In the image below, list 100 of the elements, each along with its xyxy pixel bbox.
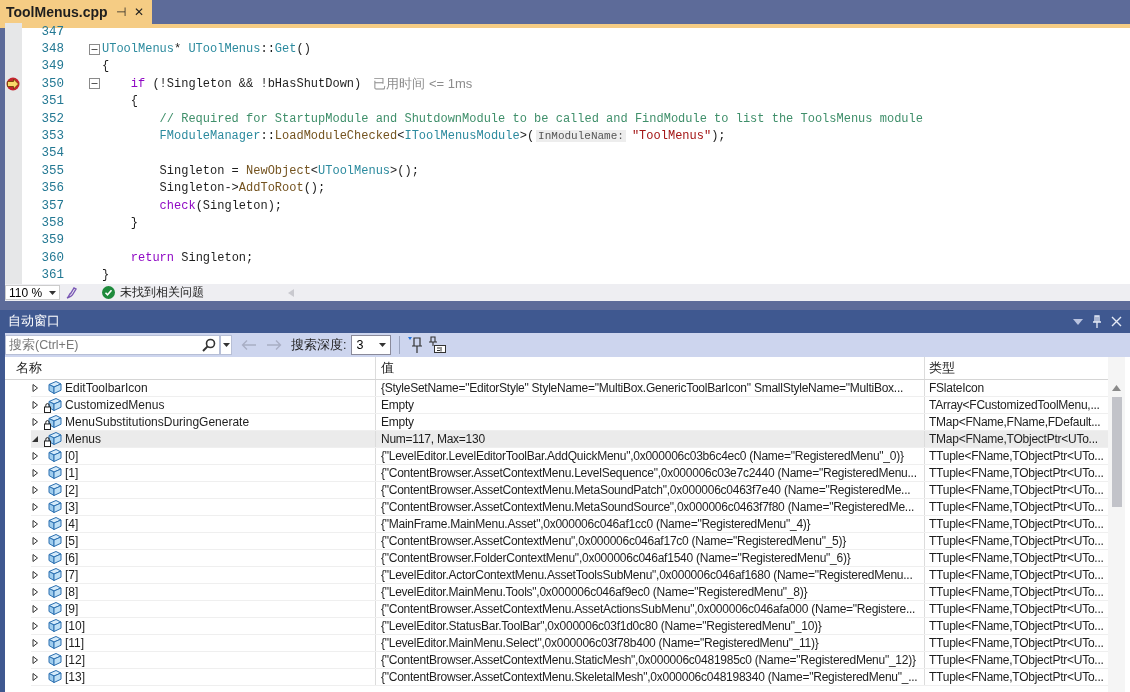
- expand-arrow[interactable]: [31, 418, 39, 426]
- watch-row[interactable]: [11] {"LevelEditor.MainMenu.Select",0x000006c03f78b400 (Name="RegisteredMenu"_11)} TTuple<FName,TObjectPtr<UTo...: [31, 635, 1108, 652]
- line-number: 350: [40, 76, 64, 91]
- expand-arrow[interactable]: [31, 571, 39, 579]
- variable-value: {"ContentBrowser.AssetContextMenu.StaticMesh",0x000006c0481985c0 (Name="RegisteredMenu"_12)}: [381, 653, 916, 667]
- caret-icon: [222, 343, 230, 347]
- expand-arrow[interactable]: [31, 656, 39, 664]
- code-text: {: [102, 59, 110, 74]
- line-number: 348: [40, 42, 64, 57]
- expand-arrow[interactable]: [31, 537, 39, 545]
- zoom-dropdown[interactable]: 110 %: [5, 285, 60, 300]
- issues-status: 未找到相关问题: [120, 284, 204, 301]
- watch-row[interactable]: [7] {"LevelEditor.ActorContextMenu.AssetToolsSubMenu",0x000006c046af1680 (Name="RegisteredMenu... TTuple<FName,TObjectPtr<UTo...: [31, 567, 1108, 584]
- expand-arrow[interactable]: [31, 639, 39, 647]
- scrollbar-thumb[interactable]: [1111, 397, 1122, 507]
- code-text: return Singleton;: [129, 250, 254, 265]
- watch-row[interactable]: [10] {"LevelEditor.StatusBar.ToolBar",0x000006c03f1d0c80 (Name="RegisteredMenu"_10)} TTuple<FName,TObjectPtr<UTo...: [31, 618, 1108, 635]
- variable-value: {"MainFrame.MainMenu.Asset",0x000006c046af1cc0 (Name="RegisteredMenu"_4)}: [381, 517, 811, 531]
- variable-name: [9]: [65, 602, 79, 616]
- watch-row[interactable]: [1] {"ContentBrowser.AssetContextMenu.LevelSequence",0x000006c03e7c2440 (Name="RegisteredMenu... TTuple<FName,TObjectPtr<UTo...: [31, 465, 1108, 482]
- variable-value: Num=117, Max=130: [381, 432, 485, 446]
- pin-icon[interactable]: [1092, 315, 1102, 328]
- pin-icon[interactable]: [408, 336, 425, 354]
- watch-row[interactable]: [12] {"ContentBrowser.AssetContextMenu.StaticMesh",0x000006c0481985c0 (Name="RegisteredMenu"_12)} TTuple<FName,TObjectPtr<UTo...: [31, 652, 1108, 669]
- variable-name: Menus: [65, 432, 102, 446]
- brush-icon[interactable]: [64, 285, 78, 300]
- variable-name: [13]: [65, 670, 85, 684]
- search-options-button[interactable]: [220, 335, 232, 355]
- search-field[interactable]: 搜索(Ctrl+E): [5, 335, 220, 355]
- watch-row[interactable]: [3] {"ContentBrowser.AssetContextMenu.MetaSoundSource",0x000006c0463f7f80 (Name="RegisteredMe... TTuple<FName,TObjectPtr<UTo...: [31, 499, 1108, 516]
- expand-arrow[interactable]: [31, 622, 39, 630]
- variable-type: TTuple<FName,TObjectPtr<UTo...: [929, 670, 1104, 684]
- dropdown-icon[interactable]: [1073, 318, 1083, 325]
- variable-value: {"ContentBrowser.AssetContextMenu.SkeletalMesh",0x000006c048198340 (Name="RegisteredMenu"_...: [381, 670, 918, 684]
- watch-row[interactable]: Menus Num=117, Max=130 TMap<FName,TObjectPtr<UTo...: [31, 431, 1108, 448]
- search-icon[interactable]: [202, 338, 216, 352]
- variable-name: [12]: [65, 653, 85, 667]
- pin-icon[interactable]: ⊣: [115, 5, 126, 19]
- variable-value: Empty: [381, 398, 414, 412]
- watch-row[interactable]: [0] {"LevelEditor.LevelEditorToolBar.AddQuickMenu",0x000006c03b6c4ec0 (Name="RegisteredMenu"_0)} TTuple<FName,TObjectPtr<UTo...: [31, 448, 1108, 465]
- hex-display-icon[interactable]: [429, 336, 448, 354]
- variable-name: [6]: [65, 551, 79, 565]
- variable-type: TMap<FName,TObjectPtr<UTo...: [929, 432, 1098, 446]
- variable-type: TMap<FName,FName,FDefault...: [929, 415, 1101, 429]
- elapsed-time: 已用时间 <= 1ms: [373, 74, 473, 93]
- expand-arrow[interactable]: [31, 554, 39, 562]
- search-depth-dropdown[interactable]: 3: [351, 335, 392, 355]
- variable-type: TTuple<FName,TObjectPtr<UTo...: [929, 568, 1104, 582]
- expand-arrow[interactable]: [31, 401, 39, 409]
- variable-value: {"ContentBrowser.FolderContextMenu",0x000006c046af1540 (Name="RegisteredMenu"_6)}: [381, 551, 851, 565]
- variable-value: {"ContentBrowser.AssetContextMenu.MetaSoundSource",0x000006c0463f7f80 (Name="RegisteredMe...: [381, 500, 915, 514]
- line-number: 347: [40, 24, 64, 39]
- expand-arrow[interactable]: [31, 673, 39, 681]
- code-text: Singleton = NewObject<UToolMenus>();: [158, 163, 419, 178]
- variable-type: TTuple<FName,TObjectPtr<UTo...: [929, 636, 1104, 650]
- watch-row[interactable]: [5] {"ContentBrowser.AssetContextMenu",0x000006c046af17c0 (Name="RegisteredMenu"_5)} TTuple<FName,TObjectPtr<UTo...: [31, 533, 1108, 550]
- column-header[interactable]: 类型: [925, 357, 1108, 379]
- code-text: // Required for StartupModule and ShutdownModule to be called and FindModule to list the ToolsMenus module: [158, 111, 923, 126]
- variable-name: [8]: [65, 585, 79, 599]
- expand-arrow[interactable]: [31, 520, 39, 528]
- watch-row[interactable]: [2] {"ContentBrowser.AssetContextMenu.MetaSoundPatch",0x000006c0463f7e40 (Name="RegisteredMe... TTuple<FName,TObjectPtr<UTo...: [31, 482, 1108, 499]
- document-tab[interactable]: ToolMenus.cpp ⊣ ✕: [0, 0, 152, 24]
- expand-arrow[interactable]: [31, 588, 39, 596]
- expand-arrow[interactable]: [31, 384, 39, 392]
- expand-arrow[interactable]: [31, 503, 39, 511]
- watch-row[interactable]: [4] {"MainFrame.MainMenu.Asset",0x000006c046af1cc0 (Name="RegisteredMenu"_4)} TTuple<FName,TObjectPtr<UTo...: [31, 516, 1108, 533]
- variable-type: TTuple<FName,TObjectPtr<UTo...: [929, 602, 1104, 616]
- variable-type: TTuple<FName,TObjectPtr<UTo...: [929, 517, 1104, 531]
- code-text: FModuleManager::LoadModuleChecked<IToolMenusModule>(: [158, 129, 535, 144]
- close-icon[interactable]: [1111, 316, 1122, 327]
- watch-row[interactable]: [9] {"ContentBrowser.AssetContextMenu.AssetActionsSubMenu",0x000006c046afa000 (Name="Registere... TTuple<FName,TObjectPtr<UTo...: [31, 601, 1108, 618]
- collapse-icon[interactable]: [89, 43, 100, 55]
- variable-type: TTuple<FName,TObjectPtr<UTo...: [929, 500, 1104, 514]
- watch-row[interactable]: CustomizedMenus Empty TArray<FCustomizedToolMenu,...: [31, 397, 1108, 414]
- watch-row[interactable]: EditToolbarIcon {StyleSetName="EditorStyle" StyleName="MultiBox.GenericToolBarIcon" SmallStyleName="MultiBox... FSlateIcon: [31, 380, 1108, 397]
- watch-row[interactable]: [6] {"ContentBrowser.FolderContextMenu",0x000006c046af1540 (Name="RegisteredMenu"_6)} TTuple<FName,TObjectPtr<UTo...: [31, 550, 1108, 567]
- column-header[interactable]: 名称: [5, 357, 376, 379]
- expand-arrow[interactable]: [31, 486, 39, 494]
- collapse-icon[interactable]: [89, 78, 100, 90]
- parameter-hint: InModuleName:: [536, 130, 626, 143]
- vertical-scrollbar[interactable]: [1108, 357, 1125, 692]
- variable-name: MenuSubstitutionsDuringGenerate: [65, 415, 250, 429]
- close-icon[interactable]: ✕: [133, 5, 144, 19]
- variable-type: TTuple<FName,TObjectPtr<UTo...: [929, 551, 1104, 565]
- scroll-up-icon[interactable]: [1112, 385, 1121, 391]
- code-text: }: [102, 268, 110, 283]
- code-text: if (!Singleton && !bHasShutDown): [129, 76, 362, 91]
- line-number: 353: [40, 129, 64, 144]
- watch-row[interactable]: [13] {"ContentBrowser.AssetContextMenu.SkeletalMesh",0x000006c048198340 (Name="RegisteredMenu"_... TTuple<FName,TObjectPtr<UTo...: [31, 669, 1108, 686]
- expand-arrow[interactable]: [31, 435, 39, 443]
- variable-type: TTuple<FName,TObjectPtr<UTo...: [929, 585, 1104, 599]
- expand-arrow[interactable]: [31, 469, 39, 477]
- expand-arrow[interactable]: [31, 452, 39, 460]
- column-header[interactable]: 值: [376, 357, 925, 379]
- variable-type: TTuple<FName,TObjectPtr<UTo...: [929, 534, 1104, 548]
- variable-name: [7]: [65, 568, 79, 582]
- variable-value: {"LevelEditor.StatusBar.ToolBar",0x000006c03f1d0c80 (Name="RegisteredMenu"_10)}: [381, 619, 822, 633]
- expand-arrow[interactable]: [31, 605, 39, 613]
- watch-row[interactable]: [8] {"LevelEditor.MainMenu.Tools",0x000006c046af9ec0 (Name="RegisteredMenu"_8)} TTuple<FName,TObjectPtr<UTo...: [31, 584, 1108, 601]
- line-number: 357: [40, 198, 64, 213]
